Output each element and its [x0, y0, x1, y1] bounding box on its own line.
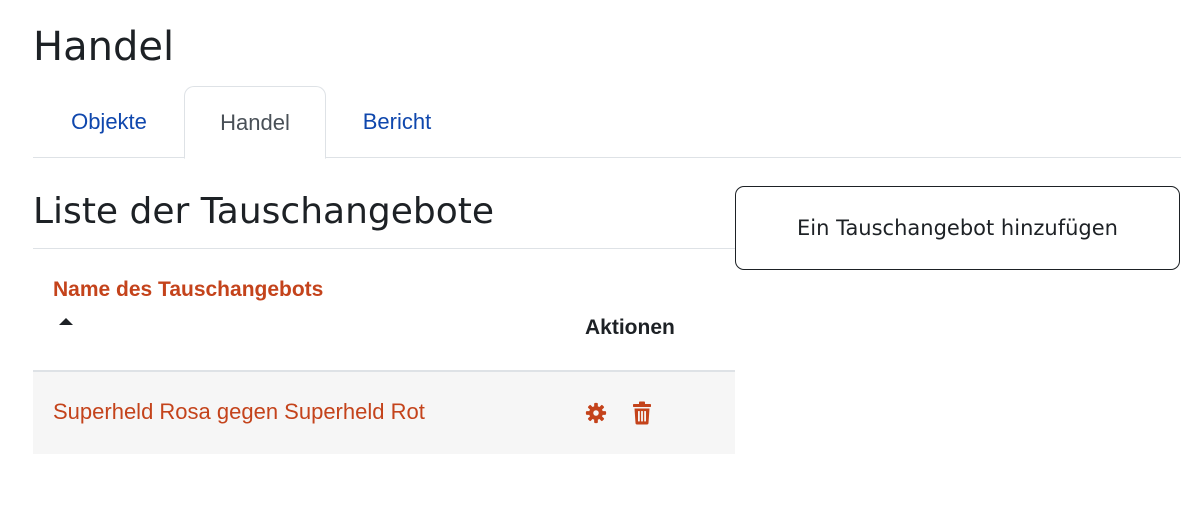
gear-icon[interactable] [584, 400, 608, 426]
section-divider [33, 248, 735, 249]
add-trade-offer-button[interactable]: Ein Tauschangebot hinzufügen [735, 186, 1180, 270]
tab-objekte[interactable]: Objekte [33, 86, 185, 158]
page: Handel Objekte Handel Bericht Liste der … [0, 0, 1200, 514]
column-header-actions: Aktionen [585, 316, 675, 339]
page-title: Handel [33, 24, 175, 70]
trade-offer-name-link[interactable]: Superheld Rosa gegen Superheld Rot [53, 399, 425, 425]
tab-bar: Objekte Handel Bericht [33, 86, 1181, 159]
trash-icon[interactable] [630, 400, 654, 426]
column-header-name[interactable]: Name des Tauschangebots [53, 278, 323, 302]
tab-bericht[interactable]: Bericht [326, 86, 468, 158]
section-title: Liste der Tauschangebote [33, 191, 495, 232]
tab-handel[interactable]: Handel [184, 86, 326, 159]
table-row: Superheld Rosa gegen Superheld Rot [33, 372, 735, 454]
sort-ascending-icon[interactable] [59, 318, 73, 325]
